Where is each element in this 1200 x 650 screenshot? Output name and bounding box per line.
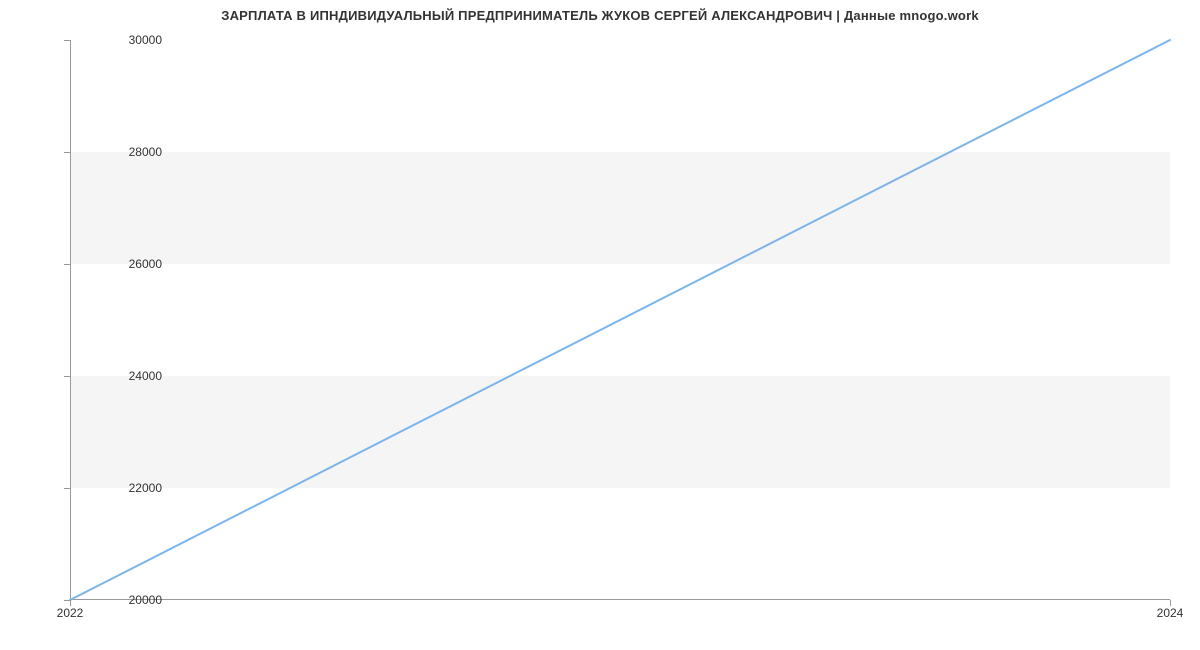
y-tick-label: 20000: [129, 593, 162, 607]
chart-container: ЗАРПЛАТА В ИПНДИВИДУАЛЬНЫЙ ПРЕДПРИНИМАТЕ…: [0, 0, 1200, 650]
y-tick-label: 24000: [129, 369, 162, 383]
line-layer: [70, 40, 1170, 600]
plot-area: [70, 40, 1170, 600]
y-tick: [64, 376, 70, 377]
y-tick-label: 30000: [129, 33, 162, 47]
y-tick: [64, 40, 70, 41]
y-tick-label: 28000: [129, 145, 162, 159]
y-tick-label: 22000: [129, 481, 162, 495]
y-tick: [64, 152, 70, 153]
x-tick-label: 2022: [57, 606, 84, 620]
chart-title: ЗАРПЛАТА В ИПНДИВИДУАЛЬНЫЙ ПРЕДПРИНИМАТЕ…: [0, 8, 1200, 23]
x-tick-label: 2024: [1157, 606, 1184, 620]
y-tick: [64, 488, 70, 489]
y-tick-label: 26000: [129, 257, 162, 271]
y-tick: [64, 264, 70, 265]
series-line: [70, 40, 1170, 600]
